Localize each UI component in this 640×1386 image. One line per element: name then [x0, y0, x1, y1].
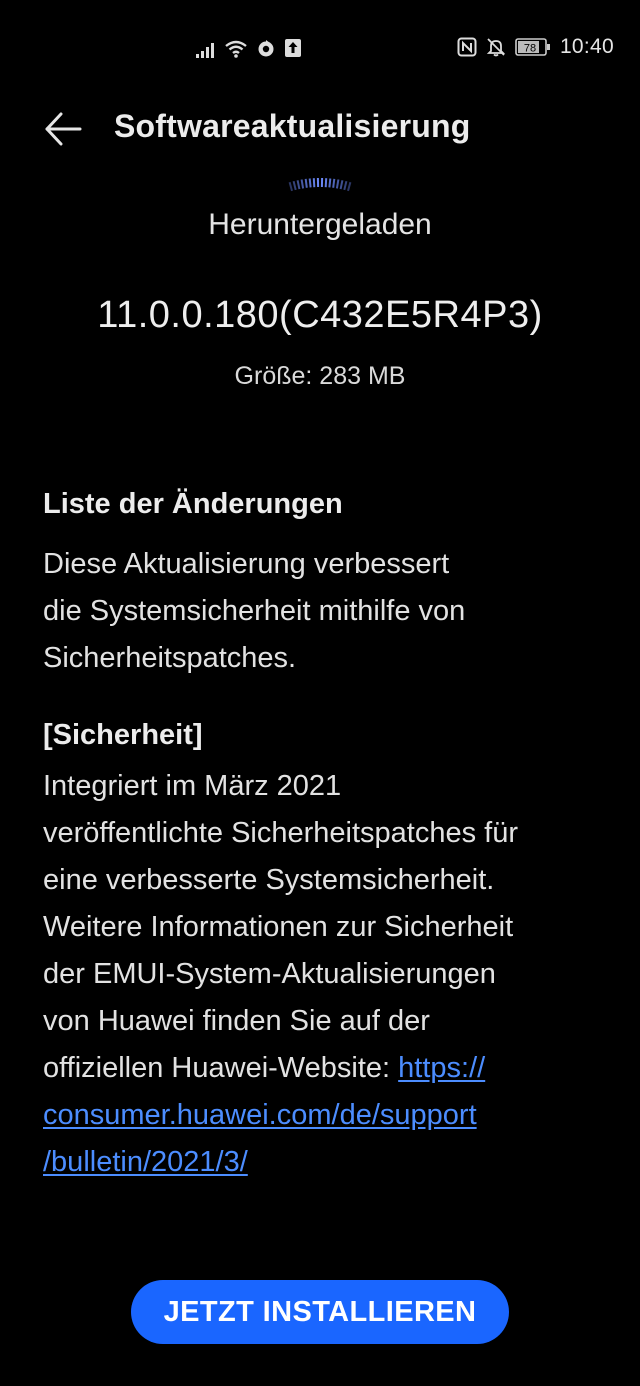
progress-tick: [312, 178, 316, 188]
security-line-with-link: offiziellen Huawei-Website: https://: [43, 1045, 603, 1092]
battery-level: 78: [524, 43, 536, 55]
progress-arc-icon: [258, 170, 382, 192]
security-heading: [Sicherheit]: [43, 719, 203, 751]
changelog-intro-line: die Systemsicherheit mithilfe von: [43, 595, 466, 627]
status-time: 10:40: [559, 35, 614, 58]
progress-tick: [335, 179, 340, 189]
download-status: Heruntergeladen: [208, 208, 432, 241]
status-bar: 78 10:40: [0, 30, 640, 64]
progress-tick: [292, 180, 297, 191]
update-size: Größe: 283 MB: [234, 362, 406, 390]
data-saver-icon: [256, 38, 276, 58]
status-bar-left-icons: [196, 36, 302, 58]
changelog: Liste der Änderungen Diese Aktualisierun…: [43, 484, 603, 1186]
security-line: veröffentlichte Sicherheitspatches für: [43, 817, 519, 849]
wifi-icon: [224, 40, 248, 58]
security-line: von Huawei finden Sie auf der: [43, 1005, 430, 1037]
security-line: consumer.huawei.com/de/support: [43, 1092, 603, 1139]
security-line: eine verbesserte Systemsicherheit.: [43, 864, 495, 896]
nfc-icon: [457, 37, 477, 57]
changelog-heading: Liste der Änderungen: [43, 488, 343, 520]
app-header: Softwareaktualisierung: [0, 100, 640, 156]
arrow-left-icon: [43, 109, 83, 149]
progress-tick: [347, 181, 352, 192]
security-line: Integriert im März 2021: [43, 770, 342, 802]
progress-tick: [304, 178, 308, 188]
install-now-button[interactable]: JETZT INSTALLIEREN: [131, 1280, 509, 1344]
progress-tick: [339, 180, 344, 190]
signal-icon: [196, 42, 216, 58]
progress-tick: [332, 178, 336, 188]
link-prefix: offiziellen Huawei-Website:: [43, 1052, 399, 1084]
security-line: Weitere Informationen zur Sicherheit: [43, 911, 514, 943]
bulletin-link[interactable]: consumer.huawei.com/de/support: [43, 1099, 477, 1131]
progress-tick: [328, 178, 332, 188]
progress-tick: [300, 179, 305, 189]
progress-tick: [343, 180, 348, 191]
security-line: /bulletin/2021/3/: [43, 1139, 603, 1186]
back-button[interactable]: [40, 106, 86, 152]
battery-icon: 78: [515, 38, 551, 56]
bell-off-icon: [486, 37, 506, 57]
progress-tick: [288, 181, 293, 192]
progress-tick: [296, 180, 301, 190]
upload-icon: [284, 38, 302, 58]
progress-tick: [308, 178, 312, 188]
bulletin-link[interactable]: https://: [398, 1052, 485, 1084]
changelog-intro-line: Diese Aktualisierung verbessert: [43, 548, 450, 580]
status-bar-right-icons: 78 10:40: [457, 34, 614, 60]
bulletin-link[interactable]: /bulletin/2021/3/: [43, 1146, 248, 1178]
progress-tick: [324, 178, 328, 188]
security-line: der EMUI-System-Aktualisierungen: [43, 958, 496, 990]
version-number: 11.0.0.180(C432E5R4P3): [97, 294, 543, 336]
page-title: Softwareaktualisierung: [114, 108, 471, 144]
changelog-intro-line: Sicherheitspatches.: [43, 642, 297, 674]
